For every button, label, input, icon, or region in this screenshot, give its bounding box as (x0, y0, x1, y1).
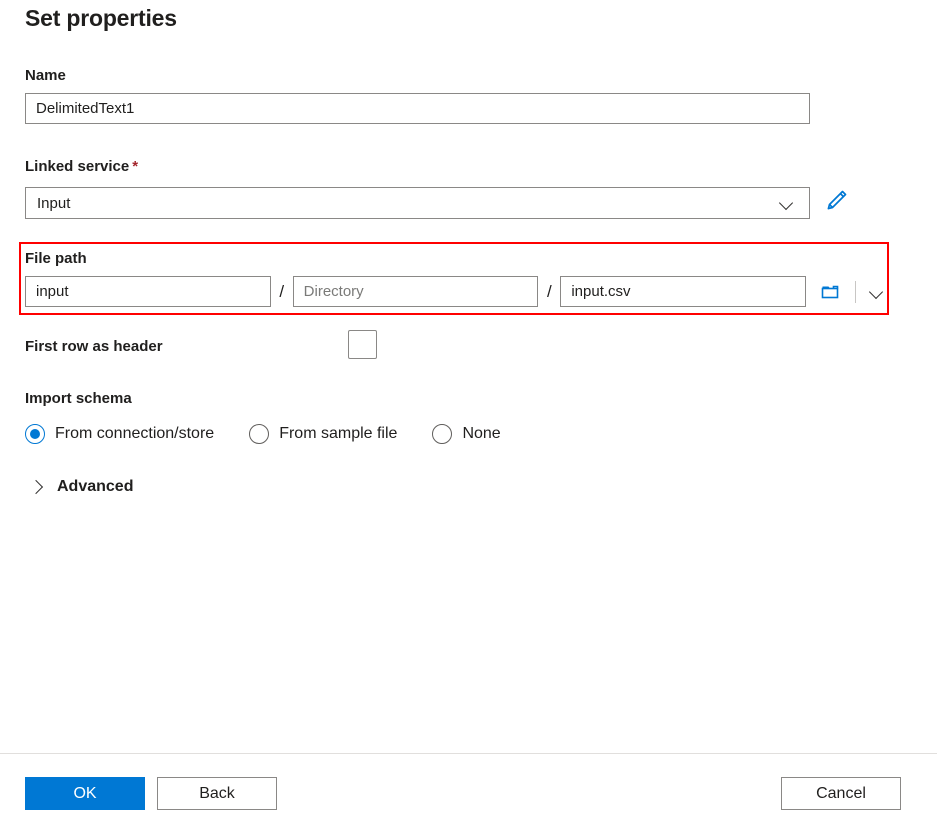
first-row-as-header-label: First row as header (25, 338, 163, 355)
file-path-chevron-down-icon[interactable] (867, 282, 887, 302)
radio-label: From connection/store (55, 425, 215, 442)
import-schema-label: Import schema (25, 390, 132, 407)
set-properties-dialog: Set properties Name Linked service* Inpu… (0, 0, 937, 824)
radio-from-sample-file[interactable]: From sample file (249, 424, 397, 444)
file-path-directory-input[interactable] (292, 276, 539, 307)
radio-none[interactable]: None (432, 424, 501, 444)
icon-divider (855, 280, 857, 303)
linked-service-select[interactable]: Input (25, 187, 810, 219)
pencil-edit-icon[interactable] (820, 185, 852, 217)
page-title: Set properties (25, 5, 177, 31)
radio-indicator (25, 424, 45, 444)
ok-button[interactable]: OK (25, 777, 145, 810)
radio-indicator (432, 424, 453, 444)
radio-indicator (249, 424, 270, 444)
file-path-row: / / (25, 275, 887, 308)
radio-from-connection-store[interactable]: From connection/store (25, 424, 214, 444)
file-path-container-input[interactable] (25, 276, 271, 307)
name-input[interactable] (25, 93, 810, 124)
radio-label: None (462, 425, 501, 442)
advanced-label: Advanced (57, 478, 134, 495)
path-separator-2: / (546, 281, 552, 301)
chevron-down-icon (777, 193, 797, 213)
cancel-button[interactable]: Cancel (781, 777, 901, 810)
linked-service-label: Linked service * (25, 158, 138, 175)
linked-service-label-text: Linked service (25, 158, 130, 175)
radio-label: From sample file (279, 425, 398, 442)
back-button[interactable]: Back (157, 777, 277, 810)
path-separator-1: / (279, 281, 285, 301)
file-path-filename-input[interactable] (560, 276, 807, 307)
required-asterisk: * (132, 158, 139, 175)
advanced-expander[interactable]: Advanced (27, 478, 133, 496)
chevron-right-icon (27, 478, 45, 496)
footer-divider (0, 753, 937, 754)
file-path-label: File path (25, 250, 87, 267)
linked-service-value: Input (37, 194, 71, 212)
name-label: Name (25, 67, 66, 84)
import-schema-radio-group: From connection/store From sample file N… (25, 424, 536, 444)
first-row-as-header-checkbox[interactable] (348, 330, 377, 359)
folder-icon[interactable] (820, 280, 844, 304)
